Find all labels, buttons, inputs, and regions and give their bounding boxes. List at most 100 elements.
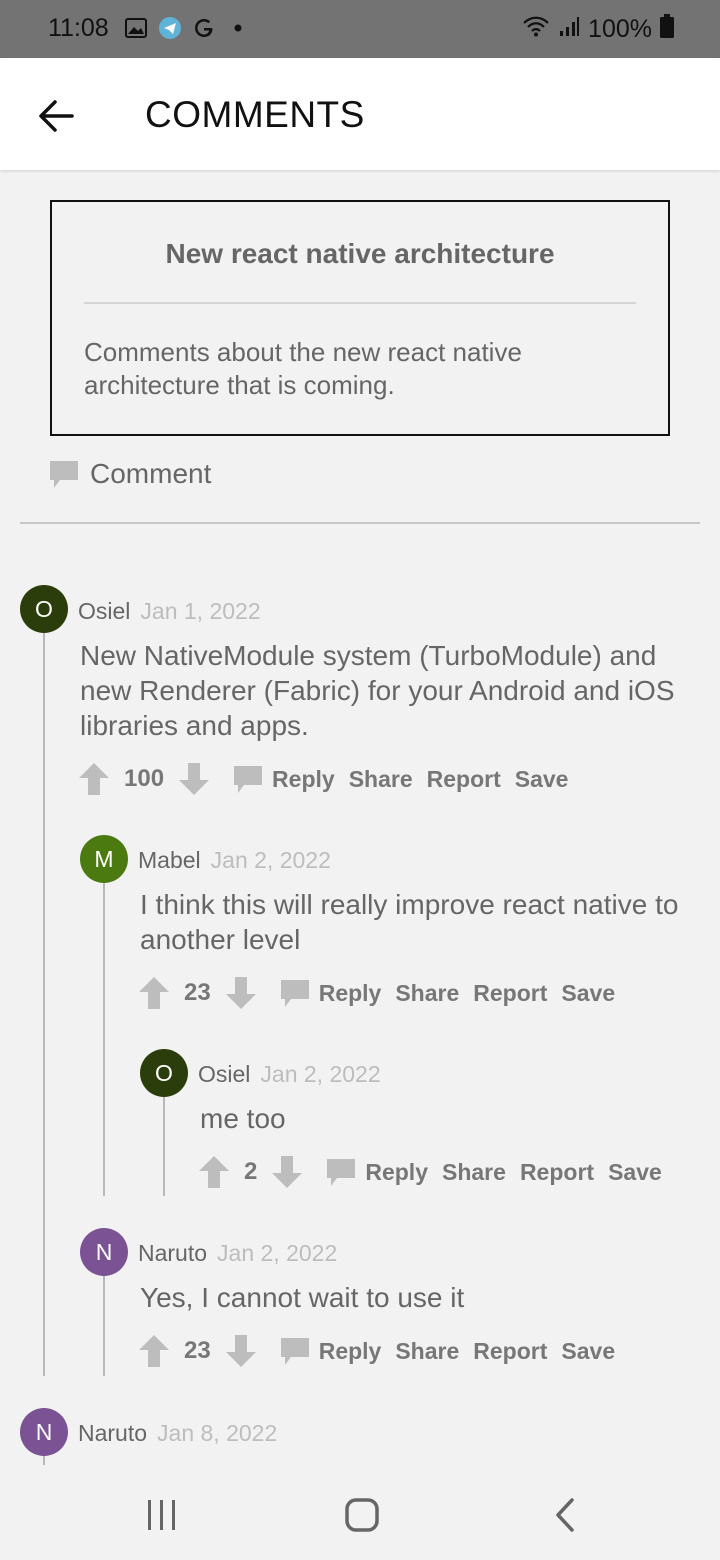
avatar-initial: N xyxy=(35,1418,53,1445)
comment-icon xyxy=(50,461,78,488)
thread-line xyxy=(163,1096,165,1196)
share-button[interactable]: Share xyxy=(442,1159,506,1186)
avatar[interactable]: M xyxy=(80,835,128,883)
save-button[interactable]: Save xyxy=(561,1338,615,1365)
downvote-icon[interactable] xyxy=(178,762,210,796)
home-button[interactable] xyxy=(344,1497,384,1533)
recent-apps-icon xyxy=(148,1500,175,1530)
comment-text-line: new Renderer (Fabric) for your Android a… xyxy=(80,675,675,706)
comment-text-line: Yes, I cannot wait to use it xyxy=(140,1282,465,1313)
back-button[interactable] xyxy=(36,96,76,136)
share-button[interactable]: Share xyxy=(349,766,413,793)
comment-text-line: another level xyxy=(140,924,301,955)
downvote-icon[interactable] xyxy=(225,1334,257,1368)
comment-text: New NativeModule system (TurboModule) an… xyxy=(80,638,700,743)
reply-icon[interactable] xyxy=(232,763,264,795)
post-body: Comments about the new react native arch… xyxy=(84,336,638,402)
comment-text: I think this will really improve react n… xyxy=(140,887,700,957)
reply-icon[interactable] xyxy=(279,1335,311,1367)
downvote-icon[interactable] xyxy=(225,976,257,1010)
signal-icon xyxy=(558,15,580,44)
avatar-initial: O xyxy=(155,1059,173,1086)
comment-date: Jan 2, 2022 xyxy=(210,847,331,873)
comment-meta: Osiel Jan 2, 2022 xyxy=(198,1061,381,1088)
thread-line xyxy=(43,1456,45,1465)
share-button[interactable]: Share xyxy=(395,1338,459,1365)
system-nav-bar xyxy=(0,1465,720,1560)
post-card: New react native architecture Comments a… xyxy=(50,200,670,436)
comment-text: Yes, I cannot wait to use it xyxy=(140,1280,700,1315)
comment-meta: Naruto Jan 2, 2022 xyxy=(138,1240,337,1267)
comment-actions: 100 Reply Share Report Save xyxy=(78,762,568,796)
page-title: COMMENTS xyxy=(145,94,365,135)
avatar[interactable]: O xyxy=(140,1049,188,1097)
comment-text-line: libraries and apps. xyxy=(80,710,309,741)
upvote-icon[interactable] xyxy=(198,1155,230,1189)
gallery-icon xyxy=(124,16,148,40)
comment-actions: 23 Reply Share Report Save xyxy=(138,976,615,1010)
comment-text: me too xyxy=(200,1101,700,1136)
comment-author[interactable]: Naruto xyxy=(138,1240,207,1266)
vote-count: 23 xyxy=(184,1337,211,1364)
wifi-icon xyxy=(522,15,550,44)
reply-icon[interactable] xyxy=(325,1156,357,1188)
upvote-icon[interactable] xyxy=(138,976,170,1010)
report-button[interactable]: Report xyxy=(520,1159,594,1186)
vote-count: 2 xyxy=(244,1158,258,1185)
avatar-initial: N xyxy=(95,1238,113,1265)
reply-button[interactable]: Reply xyxy=(272,766,335,793)
section-divider xyxy=(20,522,700,524)
downvote-icon[interactable] xyxy=(271,1155,303,1189)
comment-button-label: Comment xyxy=(90,458,212,489)
share-button[interactable]: Share xyxy=(395,980,459,1007)
comment-author[interactable]: Mabel xyxy=(138,847,201,873)
battery-percent: 100% xyxy=(588,15,652,43)
comment-text-line: me too xyxy=(200,1103,286,1134)
comment-meta: Naruto Jan 8, 2022 xyxy=(78,1420,277,1447)
post-title: New react native architecture xyxy=(165,238,555,269)
google-icon xyxy=(192,16,216,40)
comment-author[interactable]: Osiel xyxy=(78,598,130,624)
comment-date: Jan 1, 2022 xyxy=(140,598,261,624)
status-time: 11:08 xyxy=(48,14,109,42)
telegram-icon xyxy=(158,16,182,40)
save-button[interactable]: Save xyxy=(608,1159,662,1186)
add-comment-button[interactable]: Comment xyxy=(48,458,211,490)
reply-button[interactable]: Reply xyxy=(365,1159,428,1186)
reply-button[interactable]: Reply xyxy=(319,980,382,1007)
recent-apps-button[interactable] xyxy=(144,1497,184,1533)
comment-date: Jan 8, 2022 xyxy=(157,1420,278,1446)
comment-author[interactable]: Osiel xyxy=(198,1061,250,1087)
report-button[interactable]: Report xyxy=(427,766,501,793)
save-button[interactable]: Save xyxy=(561,980,615,1007)
comment-author[interactable]: Naruto xyxy=(78,1420,147,1446)
vote-count: 100 xyxy=(124,765,165,792)
dot-icon xyxy=(226,16,250,40)
avatar[interactable]: O xyxy=(20,585,68,633)
report-button[interactable]: Report xyxy=(473,1338,547,1365)
save-button[interactable]: Save xyxy=(515,766,569,793)
battery-icon xyxy=(660,14,674,45)
report-button[interactable]: Report xyxy=(473,980,547,1007)
comment-actions: 2 Reply Share Report Save xyxy=(198,1155,662,1189)
upvote-icon[interactable] xyxy=(78,762,110,796)
avatar-initial: M xyxy=(94,845,114,872)
post-body-line: Comments about the new react native xyxy=(84,337,522,367)
comment-date: Jan 2, 2022 xyxy=(260,1061,381,1087)
thread-line xyxy=(43,632,45,1376)
comment-actions: 23 Reply Share Report Save xyxy=(138,1334,615,1368)
back-nav-button[interactable] xyxy=(548,1497,588,1533)
app-bar: COMMENTS xyxy=(0,58,720,170)
post-divider xyxy=(84,302,636,304)
thread-line xyxy=(103,1275,105,1376)
reply-icon[interactable] xyxy=(279,977,311,1009)
status-right: 100% xyxy=(522,14,674,45)
home-icon xyxy=(345,1498,379,1532)
chevron-left-icon xyxy=(556,1498,574,1532)
avatar[interactable]: N xyxy=(20,1408,68,1456)
avatar[interactable]: N xyxy=(80,1228,128,1276)
reply-button[interactable]: Reply xyxy=(319,1338,382,1365)
comment-meta: Osiel Jan 1, 2022 xyxy=(78,598,261,625)
upvote-icon[interactable] xyxy=(138,1334,170,1368)
post-body-line: architecture that is coming. xyxy=(84,370,395,400)
